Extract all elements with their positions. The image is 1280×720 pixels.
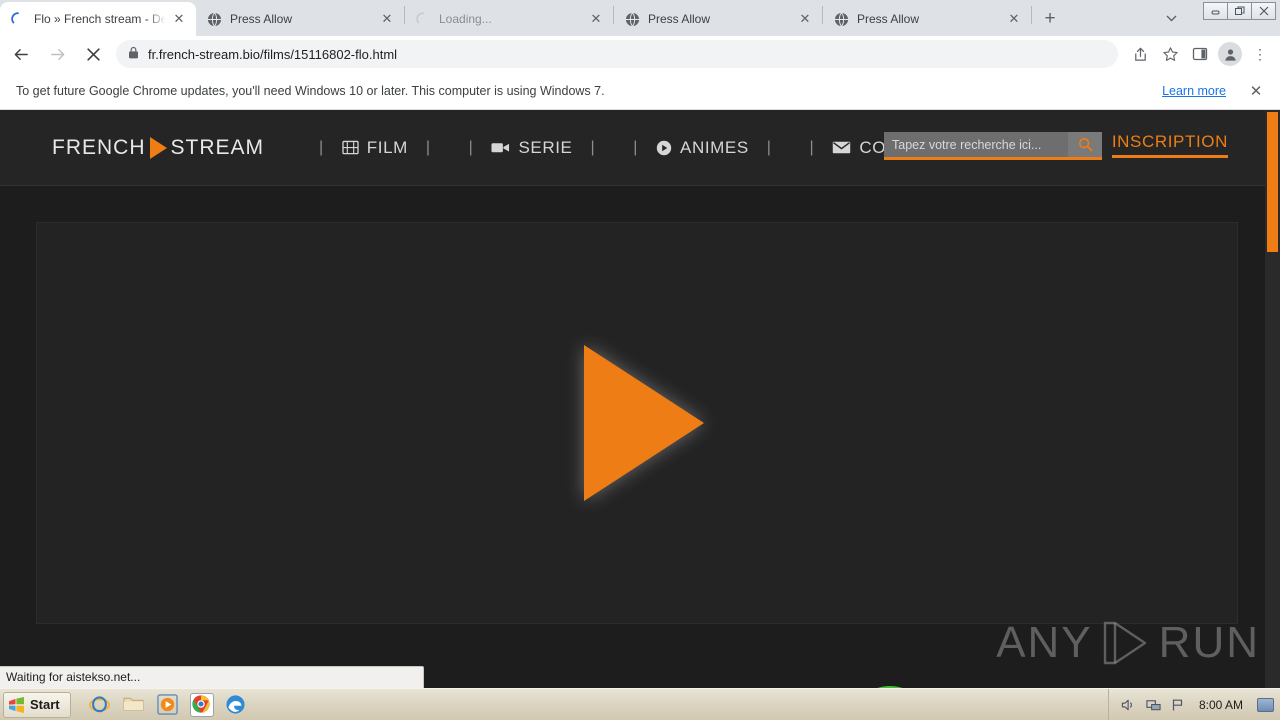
site-nav: | FILM | | SERIE | | ANIMES | | [309,138,977,158]
browser-tab-1[interactable]: Press Allow ✕ [196,2,404,36]
search-input[interactable] [884,132,1068,157]
tab-search-chevron-down-icon[interactable] [1159,6,1183,30]
nav-separator: | [633,138,638,156]
video-camera-icon [491,141,510,154]
side-panel-icon[interactable] [1186,40,1214,68]
back-button[interactable] [6,39,36,69]
web-page: FRENCH STREAM | FILM | | SERIE | | ANIME… [0,110,1280,688]
tab-close-icon[interactable]: ✕ [378,10,396,28]
nav-separator: | [468,138,474,156]
media-player-icon[interactable] [156,693,179,716]
lock-icon [128,46,139,62]
profile-avatar[interactable] [1216,40,1244,68]
logo-text-stream: STREAM [170,135,265,159]
volume-icon[interactable] [1121,698,1136,712]
browser-toolbar: fr.french-stream.bio/films/15116802-flo.… [0,36,1280,73]
page-scrollbar[interactable] [1265,110,1280,688]
tab-close-icon[interactable]: ✕ [587,10,605,28]
infobar-message: To get future Google Chrome updates, you… [16,84,605,98]
browser-tab-title: Flo » French stream - Des Film [34,12,166,26]
globe-icon [833,11,849,27]
windows-explorer-icon[interactable] [123,694,145,716]
site-logo[interactable]: FRENCH STREAM [52,136,264,160]
globe-icon [206,11,222,27]
window-controls [1203,2,1276,20]
envelope-icon [832,141,851,154]
browser-tab-0[interactable]: Flo » French stream - Des Film ✕ [0,2,196,36]
film-reel-icon [342,140,359,155]
window-close-button[interactable] [1251,2,1276,20]
bookmark-star-icon[interactable] [1156,40,1184,68]
windows-taskbar: Start 8:00 AM [0,688,1280,720]
address-bar-url: fr.french-stream.bio/films/15116802-flo.… [148,46,398,62]
signup-button[interactable]: INSCRIPTION [1111,132,1228,158]
player-container [0,186,1280,660]
browser-tab-title: Press Allow [857,12,920,26]
browser-tab-strip: Flo » French stream - Des Film ✕ Press A… [0,0,1280,36]
nav-separator: | [809,138,815,156]
new-tab-button[interactable]: + [1036,5,1064,33]
share-icon[interactable] [1126,40,1154,68]
globe-icon [624,11,640,27]
start-label: Start [30,697,60,712]
system-tray: 8:00 AM [1107,689,1280,720]
browser-tab-title: Press Allow [230,12,293,26]
scrollbar-thumb[interactable] [1267,112,1278,252]
tab-divider [1031,6,1032,24]
update-infobar: To get future Google Chrome updates, you… [0,73,1280,110]
microsoft-edge-icon[interactable] [225,694,247,716]
nav-item-serie[interactable]: | SERIE | [459,138,606,158]
browser-tab-title: Press Allow [648,12,711,26]
tab-close-icon[interactable]: ✕ [796,10,814,28]
avatar [1218,42,1242,66]
chrome-menu-icon[interactable]: ⋮ [1246,40,1274,68]
show-desktop-button[interactable] [1257,697,1274,712]
quick-launch-bar [88,692,247,717]
logo-text-french: FRENCH [52,135,146,159]
taskbar-clock[interactable]: 8:00 AM [1199,698,1243,712]
nav-label-film: FILM [366,137,408,157]
screen: Flo » French stream - Des Film ✕ Press A… [0,0,1280,720]
windows-flag-icon [8,696,25,713]
nav-item-animes[interactable]: | ANIMES | [623,138,781,158]
play-triangle-icon[interactable] [584,345,704,501]
address-bar[interactable]: fr.french-stream.bio/films/15116802-flo.… [116,40,1118,68]
internet-explorer-icon[interactable] [88,694,111,716]
play-circle-icon [656,140,672,156]
video-player[interactable] [36,222,1238,624]
logo-play-triangle-icon [149,136,167,159]
window-restore-button[interactable] [1227,2,1252,20]
action-flag-icon[interactable] [1171,698,1185,712]
tab-close-icon[interactable]: ✕ [170,10,188,28]
nav-separator: | [319,138,324,156]
nav-label-serie: SERIE [518,137,573,157]
start-button[interactable]: Start [3,691,71,718]
infobar-close-icon[interactable]: ✕ [1248,82,1264,100]
spinner-icon [415,11,431,27]
site-header: FRENCH STREAM | FILM | | SERIE | | ANIME… [0,110,1280,186]
search-box[interactable] [884,132,1102,160]
browser-tab-3[interactable]: Press Allow ✕ [614,2,822,36]
search-icon[interactable] [1068,132,1102,157]
browser-tab-2[interactable]: Loading... ✕ [405,2,613,36]
nav-separator: | [425,138,431,156]
spinner-icon [10,11,26,27]
browser-tab-4[interactable]: Press Allow ✕ [823,2,1031,36]
browser-tab-title: Loading... [439,12,492,26]
learn-more-link[interactable]: Learn more [1162,84,1226,98]
forward-button[interactable] [42,39,72,69]
stop-loading-button[interactable] [78,39,108,69]
nav-label-animes: ANIMES [680,137,749,157]
google-chrome-icon[interactable] [189,692,214,717]
window-minimize-button[interactable] [1203,2,1228,20]
nav-item-film[interactable]: | FILM | [309,138,441,158]
nav-separator: | [766,138,772,156]
nav-separator: | [590,138,596,156]
tab-close-icon[interactable]: ✕ [1005,10,1023,28]
toolbar-icons: ⋮ [1126,40,1280,68]
network-icon[interactable] [1146,698,1161,712]
status-bubble: Waiting for aistekso.net... [0,666,424,688]
